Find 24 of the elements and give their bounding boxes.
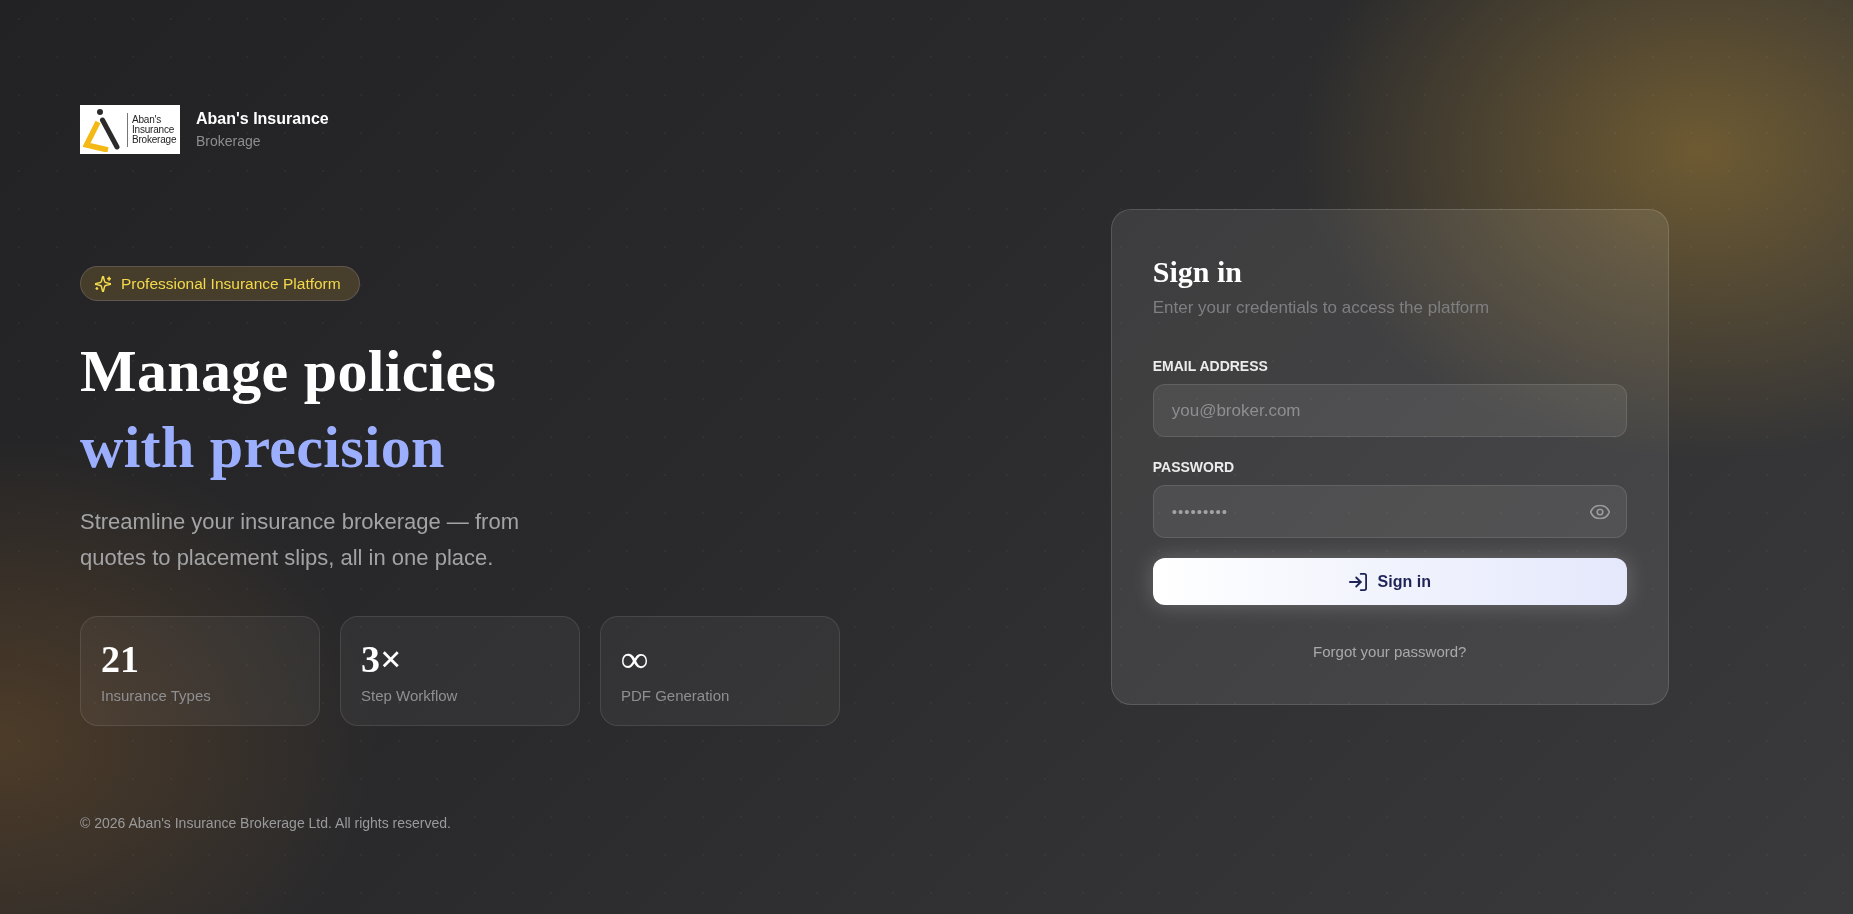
badge-text: Professional Insurance Platform (121, 273, 341, 294)
brand-tagline: Brokerage (196, 132, 262, 150)
stat-value: 21 (101, 638, 139, 680)
hero-description: Streamline your insurance brokerage — from quotes to placement slips, all in one place. (80, 508, 520, 572)
headline-accent: with precision (80, 413, 445, 482)
brand-name: Aban's Insurance (196, 109, 329, 129)
field-label: PASSWORD (1152, 458, 1235, 477)
logo-mark-icon (83, 107, 123, 152)
stat-value: 3× (361, 638, 402, 680)
sign-in-title: Sign in (1152, 254, 1242, 290)
forgot-password-link[interactable]: Forgot your password? (1313, 643, 1467, 660)
login-icon (1348, 572, 1367, 591)
sparkle-icon (95, 275, 111, 292)
headline: Manage policies (80, 337, 497, 406)
logo-text: Aban's Insurance Brokerage (132, 114, 177, 145)
eye-icon[interactable] (1589, 504, 1610, 519)
stat-label: Insurance Types (101, 686, 211, 706)
sign-in-button[interactable]: Sign in (1152, 558, 1627, 605)
stat-label: Step Workflow (361, 686, 458, 706)
stat-label: PDF Generation (621, 686, 730, 706)
copyright-text: © 2026 Aban's Insurance Brokerage Ltd. All rights reserved. (80, 814, 451, 833)
stat-value: ∞ (621, 638, 649, 680)
sign-in-subtitle: Enter your credentials to access the platform (1152, 297, 1491, 319)
field-label: EMAIL ADDRESS (1152, 357, 1268, 376)
